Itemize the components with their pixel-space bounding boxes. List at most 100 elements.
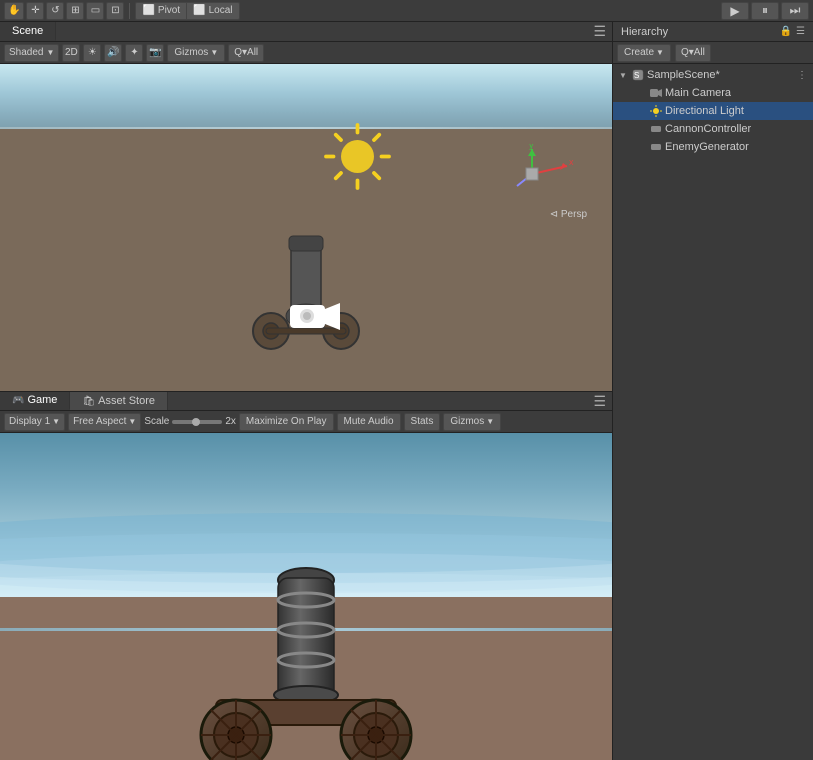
- scale-tool-btn[interactable]: ⊞: [66, 2, 84, 20]
- hierarchy-item-enemy-generator[interactable]: ▶ EnemyGenerator: [613, 138, 813, 156]
- scale-label: Scale: [144, 416, 169, 427]
- scene-arrow[interactable]: ▼: [617, 69, 629, 81]
- hierarchy-toolbar: Create Q▾All: [613, 42, 813, 64]
- scene-toolbar: Shaded 2D ☀ 🔊 ✦ 📷 Gizmos Q▾All: [0, 42, 612, 64]
- hand-tool-btn[interactable]: ✋: [4, 2, 24, 20]
- shaded-label: Shaded: [9, 47, 43, 58]
- cannon-controller-icon: [649, 122, 663, 136]
- mute-label: Mute Audio: [344, 416, 394, 427]
- play-btn[interactable]: ▶: [721, 2, 749, 20]
- svg-text:x: x: [569, 157, 574, 167]
- scale-slider[interactable]: [172, 420, 222, 424]
- svg-text:S: S: [634, 71, 639, 80]
- svg-text:y: y: [529, 144, 534, 150]
- game-tab-more[interactable]: ☰: [587, 392, 612, 410]
- scene-tab-label: Scene: [12, 25, 43, 37]
- asset-store-label: Asset Store: [98, 395, 155, 407]
- fx-btn[interactable]: ✦: [125, 44, 143, 62]
- camera-icon-overlay: [290, 299, 340, 341]
- stats-btn[interactable]: Stats: [404, 413, 441, 431]
- tab-asset-store[interactable]: 🛍 Asset Store: [70, 392, 168, 410]
- camera-icon: [649, 86, 663, 100]
- shaded-select[interactable]: Shaded: [4, 44, 59, 62]
- main-camera-label: Main Camera: [665, 87, 809, 99]
- game-gizmos-btn[interactable]: Gizmos: [443, 413, 501, 431]
- hierarchy-tabbar: Hierarchy 🔒 ☰: [613, 22, 813, 42]
- gizmos-btn[interactable]: Gizmos: [167, 44, 225, 62]
- local-checkbox: ⬜: [193, 5, 205, 16]
- hierarchy-item-directional-light[interactable]: ▶ Directional Light: [613, 102, 813, 120]
- scene-tabbar: Scene ☰: [0, 22, 612, 42]
- pause-btn[interactable]: ⏸: [751, 2, 779, 20]
- step-btn[interactable]: ⏭: [781, 2, 809, 20]
- pivot-local-group: ⬜ Pivot ⬜ Local: [135, 2, 239, 20]
- lighting-btn[interactable]: ☀: [83, 44, 101, 62]
- scene-tab-more[interactable]: ☰: [587, 22, 612, 41]
- pivot-checkbox: ⬜: [142, 5, 154, 16]
- maximize-label: Maximize On Play: [246, 416, 327, 427]
- 2d-label: 2D: [65, 47, 78, 58]
- mute-audio-btn[interactable]: Mute Audio: [337, 413, 401, 431]
- scene-icon: S: [631, 68, 645, 82]
- directional-light-label: Directional Light: [665, 105, 809, 117]
- hier-menu-icon[interactable]: ☰: [796, 26, 805, 37]
- game-icon: 🎮: [12, 395, 24, 406]
- hierarchy-item-main-camera[interactable]: ▶ Main Camera: [613, 84, 813, 102]
- create-btn[interactable]: Create: [617, 44, 671, 62]
- enemy-generator-icon: [649, 140, 663, 154]
- scene-name-label: SampleScene*: [647, 69, 793, 81]
- cannon-controller-label: CannonController: [665, 123, 809, 135]
- aspect-label: Free Aspect: [73, 416, 126, 427]
- scene-root-row[interactable]: ▼ S SampleScene* ⋮: [613, 66, 813, 84]
- aspect-select[interactable]: Free Aspect: [68, 413, 141, 431]
- game-tabbar: 🎮 Game 🛍 Asset Store ☰: [0, 391, 612, 411]
- right-panel: Hierarchy 🔒 ☰ Create Q▾All ▼: [612, 22, 813, 760]
- asset-store-icon: 🛍: [82, 396, 95, 407]
- left-panel: Scene ☰ Shaded 2D ☀ 🔊 ✦ 📷 Gizmos Q▾All: [0, 22, 612, 760]
- scene-search-btn[interactable]: Q▾All: [228, 44, 264, 62]
- game-tab-label: Game: [27, 394, 57, 406]
- top-toolbar: ✋ ✛ ↺ ⊞ ▭ ⊡ ⬜ Pivot ⬜ Local ▶ ⏸ ⏭: [0, 0, 813, 22]
- hier-search-label: Q▾All: [681, 47, 705, 58]
- stats-label: Stats: [411, 416, 434, 427]
- game-toolbar: Display 1 Free Aspect Scale 2x Maximize …: [0, 411, 612, 433]
- toolbar-separator-1: [129, 3, 130, 19]
- game-view[interactable]: [0, 433, 612, 760]
- lock-icon[interactable]: 🔒: [780, 26, 792, 37]
- local-btn[interactable]: ⬜ Local: [187, 2, 239, 20]
- gizmos-label: Gizmos: [174, 47, 208, 58]
- hierarchy-content: ▼ S SampleScene* ⋮ ▶: [613, 64, 813, 760]
- light-icon: [649, 104, 663, 118]
- camera-gizmo: x y: [512, 144, 582, 204]
- rect-tool-btn[interactable]: ▭: [86, 2, 104, 20]
- sun-icon: [320, 119, 395, 194]
- transform-tool-btn[interactable]: ⊡: [106, 2, 124, 20]
- tab-game[interactable]: 🎮 Game: [0, 392, 70, 410]
- display-select[interactable]: Display 1: [4, 413, 65, 431]
- tab-scene[interactable]: Scene: [0, 22, 56, 41]
- scene-sky: [0, 64, 612, 134]
- rotate-tool-btn[interactable]: ↺: [46, 2, 64, 20]
- maximize-on-play-btn[interactable]: Maximize On Play: [239, 413, 334, 431]
- 2d-btn[interactable]: 2D: [62, 44, 80, 62]
- display-label: Display 1: [9, 416, 50, 427]
- pivot-btn[interactable]: ⬜ Pivot: [135, 2, 187, 20]
- hier-search-btn[interactable]: Q▾All: [675, 44, 711, 62]
- hierarchy-item-cannon-controller[interactable]: ▶ CannonController: [613, 120, 813, 138]
- audio-btn[interactable]: 🔊: [104, 44, 122, 62]
- scene-more-btn[interactable]: ⋮: [795, 68, 809, 82]
- move-tool-btn[interactable]: ✛: [26, 2, 44, 20]
- game-gizmos-label: Gizmos: [450, 416, 484, 427]
- scene-camera-btn[interactable]: 📷: [146, 44, 164, 62]
- scene-view[interactable]: x y ⊲ Persp: [0, 64, 612, 391]
- hierarchy-title: Hierarchy: [621, 26, 780, 38]
- playback-controls: ▶ ⏸ ⏭: [721, 2, 809, 20]
- scale-slider-thumb: [192, 418, 200, 426]
- scene-qall-label: Q▾All: [234, 47, 258, 58]
- create-label: Create: [624, 47, 654, 58]
- pivot-label: Pivot: [158, 5, 180, 16]
- local-label: Local: [209, 5, 233, 16]
- scale-value: 2x: [225, 416, 236, 427]
- cannon-game: [156, 540, 456, 760]
- main-area: Scene ☰ Shaded 2D ☀ 🔊 ✦ 📷 Gizmos Q▾All: [0, 22, 813, 760]
